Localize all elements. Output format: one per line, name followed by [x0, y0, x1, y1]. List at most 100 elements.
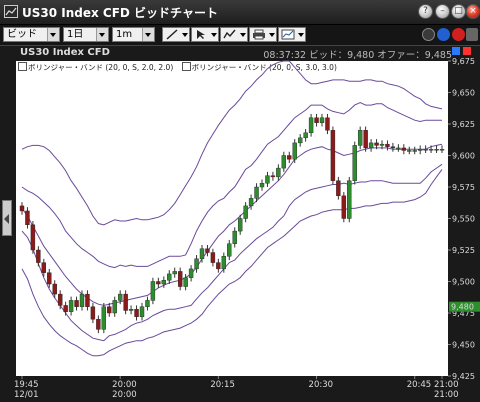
candle-body	[379, 143, 385, 146]
candle-body	[199, 248, 205, 260]
candle-body	[374, 142, 379, 146]
x-tick-label: 20:45	[407, 380, 432, 390]
x-tick-label: 19:45	[14, 380, 39, 390]
y-tick-label: 9,600	[452, 152, 475, 161]
y-tick-label: 9,450	[452, 341, 475, 350]
candle-body	[123, 293, 128, 311]
candle-body	[74, 300, 79, 307]
candle-body	[368, 142, 374, 149]
band-line-bb2_upper	[21, 102, 442, 269]
candle-body	[237, 218, 243, 232]
candle-body	[145, 300, 150, 307]
candle-body	[210, 252, 216, 263]
candle-body	[57, 293, 63, 306]
candle-body	[101, 306, 107, 330]
candle-body	[248, 198, 254, 207]
candle-body	[194, 258, 199, 270]
candle-body	[161, 280, 167, 285]
candle-body	[134, 309, 139, 317]
y-tick-label: 9,675	[452, 57, 475, 66]
candle-body	[265, 175, 270, 184]
candle-body	[96, 319, 101, 330]
candle-body	[85, 293, 90, 307]
candle-body	[297, 137, 303, 144]
candle-body	[19, 205, 25, 212]
candle-body	[183, 277, 188, 287]
candle-body	[287, 155, 292, 160]
candle-body	[227, 243, 232, 257]
candle-body	[177, 271, 183, 287]
x-tick-label: 20:15	[210, 380, 235, 390]
candle-body	[319, 117, 325, 123]
candle-body	[428, 148, 434, 151]
x-tick-label: 20:30	[309, 380, 334, 390]
candle-body	[156, 281, 161, 285]
candle-body	[221, 256, 227, 270]
x-tick-date-label: 21:00	[434, 390, 459, 400]
candle-body	[63, 305, 68, 312]
candle-body	[188, 268, 194, 278]
candle-body	[25, 210, 30, 226]
band-line-middle	[21, 143, 443, 306]
candle-body	[150, 281, 156, 301]
y-tick-label: 9,650	[452, 89, 475, 98]
candle-body	[390, 146, 396, 149]
y-tick-label: 9,625	[452, 120, 475, 129]
y-tick-label: 9,575	[452, 183, 475, 192]
candle-body	[139, 306, 145, 317]
candle-body	[79, 293, 85, 307]
y-tick-label: 9,525	[452, 246, 475, 255]
candle-body	[303, 132, 308, 139]
y-tick-label: 9,500	[452, 278, 475, 287]
candle-body	[336, 180, 341, 197]
candle-body	[363, 130, 368, 149]
x-tick-label: 20:00	[112, 380, 137, 390]
candle-body	[243, 205, 248, 219]
candle-body	[90, 306, 96, 320]
candle-body	[341, 195, 347, 219]
candle-body	[41, 262, 47, 273]
candle-body	[276, 167, 281, 178]
y-tick-label: 9,550	[452, 215, 475, 224]
x-tick-date-label: 20:00	[112, 390, 137, 400]
candle-body	[30, 224, 36, 251]
candle-body	[292, 142, 297, 160]
candle-body	[254, 186, 259, 199]
candle-body	[396, 147, 401, 150]
candle-body	[423, 148, 428, 151]
candle-body	[128, 309, 134, 311]
candle-body	[325, 117, 330, 131]
candle-body	[117, 293, 123, 301]
candle-body	[314, 117, 319, 123]
candle-body	[270, 175, 276, 178]
candle-body	[205, 248, 210, 253]
candlestick-chart: 9,675 9,650 9,625 9,600 9,575 9,550 9,525 9,500…	[14, 57, 480, 400]
candle-body	[36, 249, 41, 263]
candle-body	[385, 143, 390, 147]
candle-body	[434, 148, 439, 151]
x-tick-label: 21:00	[434, 380, 459, 390]
candle-body	[281, 155, 287, 169]
candle-body	[172, 271, 177, 275]
candle-body	[357, 130, 363, 146]
candle-body	[330, 130, 336, 181]
band-line-bb3_upper	[21, 60, 443, 226]
candle-body	[167, 273, 172, 281]
candle-body	[308, 117, 314, 134]
current-price-label: 9,480	[451, 303, 474, 312]
candle-body	[401, 147, 407, 151]
candle-body	[47, 272, 52, 285]
candle-body	[347, 180, 352, 219]
candle-body	[259, 183, 265, 188]
candle-body	[112, 300, 117, 314]
candle-body	[68, 300, 74, 312]
candle-body	[216, 262, 221, 270]
band-line-bb2_lower	[21, 163, 443, 342]
candle-body	[417, 148, 423, 151]
candle-body	[407, 150, 412, 152]
band-line-bb3_lower	[21, 169, 443, 357]
candle-body	[232, 230, 237, 244]
candle-body	[52, 283, 57, 295]
candle-body	[107, 306, 112, 314]
x-tick-date-label: 12/01	[14, 390, 39, 400]
